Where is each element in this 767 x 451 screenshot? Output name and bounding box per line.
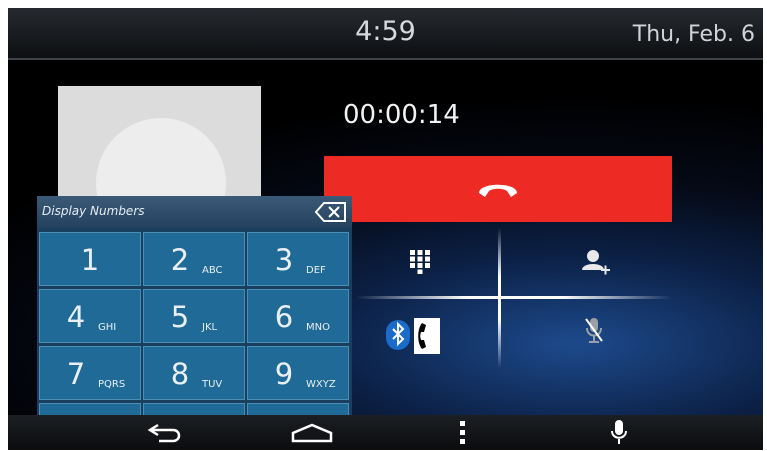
key-letters: GHI (98, 322, 117, 333)
voice-button[interactable] (589, 415, 649, 450)
keypad-icon (410, 250, 430, 274)
backspace-icon (314, 202, 346, 222)
dialpad-key-4[interactable]: 4 GHI (39, 289, 141, 343)
contact-photo (58, 86, 261, 206)
dialpad-key-2[interactable]: 2 ABC (143, 232, 245, 286)
grid-divider-vertical (498, 228, 501, 368)
keypad-button[interactable] (356, 228, 514, 298)
dialpad-panel: Display Numbers 1 2 ABC 3 DEF 4 GHI 5 JK… (37, 196, 352, 450)
grid-divider-horizontal (356, 296, 672, 299)
call-duration: 00:00:14 (343, 100, 460, 130)
call-screen: 00:00:14 Display Numbers 1 2 ABC 3 DEF 4… (8, 60, 763, 450)
dialpad-key-5[interactable]: 5 JKL (143, 289, 245, 343)
key-letters: DEF (306, 265, 326, 276)
dialpad-key-3[interactable]: 3 DEF (247, 232, 349, 286)
add-person-icon (582, 250, 610, 275)
dialpad-key-6[interactable]: 6 MNO (247, 289, 349, 343)
home-icon (291, 423, 333, 443)
key-letters: ABC (202, 265, 223, 276)
end-call-button[interactable] (324, 156, 672, 222)
head-unit-screen: 4:59 Thu, Feb. 6 00:00:14 Display Number… (8, 8, 763, 450)
backspace-button[interactable] (314, 201, 347, 223)
avatar (96, 118, 226, 206)
status-bar: 4:59 Thu, Feb. 6 (8, 8, 763, 60)
mute-mic-icon (585, 318, 603, 343)
dialpad-key-1[interactable]: 1 (39, 232, 141, 286)
add-participant-button[interactable] (514, 228, 672, 298)
key-letters: PQRS (98, 379, 126, 390)
date: Thu, Feb. 6 (632, 22, 755, 47)
menu-dots-icon (460, 421, 465, 444)
key-letters: TUV (202, 379, 223, 390)
dialpad-key-7[interactable]: 7 PQRS (39, 346, 141, 400)
key-digit: 1 (80, 243, 100, 277)
call-controls (356, 228, 672, 368)
display-numbers-label: Display Numbers (42, 204, 145, 218)
navigation-bar (8, 415, 763, 450)
key-letters: JKL (202, 322, 218, 333)
key-letters: MNO (306, 322, 330, 333)
back-button[interactable] (135, 415, 195, 450)
dialpad-header: Display Numbers (37, 196, 352, 228)
mute-button[interactable] (514, 298, 672, 368)
microphone-icon (611, 420, 627, 444)
dialpad-key-8[interactable]: 8 TUV (143, 346, 245, 400)
home-button[interactable] (282, 415, 342, 450)
dialpad-key-9[interactable]: 9 WXYZ (247, 346, 349, 400)
key-letters: WXYZ (306, 379, 336, 390)
menu-button[interactable] (433, 415, 493, 450)
audio-source-button[interactable] (356, 298, 514, 368)
bluetooth-handset-icon (386, 318, 440, 354)
phone-hangup-icon (479, 184, 517, 197)
back-arrow-icon (147, 423, 181, 443)
